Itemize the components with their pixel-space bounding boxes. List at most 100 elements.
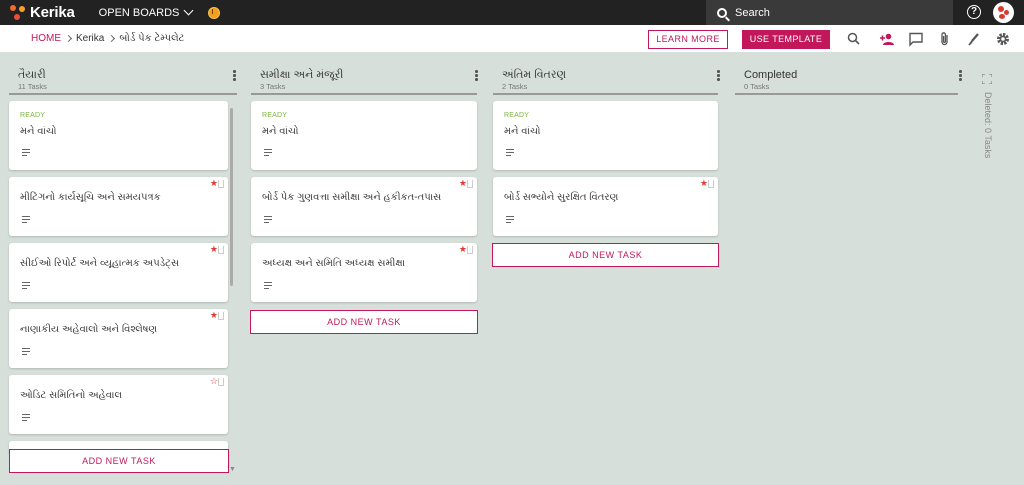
kerika-logo[interactable]: Kerika xyxy=(10,0,75,25)
notes-icon xyxy=(506,149,514,156)
search-bar[interactable] xyxy=(706,0,953,25)
notes-icon xyxy=(22,348,30,355)
add-new-task-button[interactable]: ADD NEW TASK xyxy=(9,449,229,473)
more-vert-icon[interactable] xyxy=(716,70,720,82)
add-person-icon[interactable] xyxy=(879,31,895,47)
notification-icon[interactable] xyxy=(208,6,221,19)
notes-icon xyxy=(22,149,30,156)
logo-text: Kerika xyxy=(30,4,75,21)
star-icon[interactable]: ★ xyxy=(700,179,708,188)
task-title: સીઈઓ રિપોર્ટ અને વ્યૂહાત્મક અપડેટ્સ xyxy=(20,258,180,269)
task-title: મીટિંગનો કાર્યસૂચિ અને સમયપત્રક xyxy=(20,192,161,203)
deleted-tasks-label: Deleted: 0 Tasks xyxy=(983,92,993,159)
column-title: Completed xyxy=(744,69,798,81)
flag-icon[interactable] xyxy=(218,180,224,188)
search-icon xyxy=(717,7,727,18)
task-card[interactable]: ☆ ઓડિટ સમિતિનો અહેવાલ xyxy=(9,375,228,434)
scrollbar[interactable] xyxy=(230,108,233,286)
breadcrumb-board: બોર્ડ પેક ટેમ્પલેટ xyxy=(119,33,185,44)
chat-icon[interactable] xyxy=(908,31,924,47)
kerika-logo-icon xyxy=(10,4,26,21)
task-title: મને વાંચો xyxy=(20,126,57,137)
flag-icon[interactable] xyxy=(467,180,473,188)
notes-icon xyxy=(264,216,272,223)
notes-icon xyxy=(22,414,30,421)
notes-icon xyxy=(264,149,272,156)
star-icon[interactable]: ★ xyxy=(210,245,218,254)
breadcrumb-account[interactable]: Kerika xyxy=(76,33,104,44)
open-boards-label: OPEN BOARDS xyxy=(98,6,180,19)
column-title: સમીક્ષા અને મંજૂરી xyxy=(260,69,344,81)
column-divider xyxy=(251,93,477,95)
add-new-task-button[interactable]: ADD NEW TASK xyxy=(250,310,478,334)
task-card[interactable]: READY મને વાંચો xyxy=(251,101,477,170)
task-title: મને વાંચો xyxy=(504,126,541,137)
column-title: તૈયારી xyxy=(18,69,46,81)
chevron-down-icon xyxy=(183,5,194,16)
column-header: તૈયારી 11 Tasks xyxy=(9,52,239,94)
star-icon[interactable]: ★ xyxy=(459,245,467,254)
task-card[interactable]: ★ નાણાકીય અહેવાલો અને વિશ્લેષણ xyxy=(9,309,228,368)
notes-icon xyxy=(22,216,30,223)
task-title: બોર્ડ સભ્યોને સુરક્ષિત વિતરણ xyxy=(504,192,619,203)
column-header: Completed 0 Tasks xyxy=(735,52,965,94)
learn-more-button[interactable]: LEARN MORE xyxy=(648,30,728,49)
task-card[interactable]: ★ બોર્ડ સભ્યોને સુરક્ષિત વિતરણ xyxy=(493,177,718,236)
column-divider xyxy=(493,93,718,95)
task-card[interactable]: READY મને વાંચો xyxy=(493,101,718,170)
task-title: નાણાકીય અહેવાલો અને વિશ્લેષણ xyxy=(20,324,158,335)
star-icon[interactable]: ★ xyxy=(459,179,467,188)
task-status: READY xyxy=(504,112,530,119)
attach-icon[interactable] xyxy=(937,31,953,47)
add-new-task-button[interactable]: ADD NEW TASK xyxy=(492,243,719,267)
task-card[interactable]: ★ સીઈઓ રિપોર્ટ અને વ્યૂહાત્મક અપડેટ્સ xyxy=(9,243,228,302)
column-task-count: 2 Tasks xyxy=(502,82,528,91)
flag-icon[interactable] xyxy=(218,246,224,254)
use-template-button[interactable]: USE TEMPLATE xyxy=(742,30,830,49)
task-status: READY xyxy=(262,112,288,119)
flag-icon[interactable] xyxy=(708,180,714,188)
scroll-down-icon[interactable]: ▼ xyxy=(229,466,236,473)
deleted-tasks-rail[interactable]: Deleted: 0 Tasks xyxy=(981,92,995,182)
column-task-count: 3 Tasks xyxy=(260,82,286,91)
task-card[interactable]: READY મને વાંચો xyxy=(9,101,228,170)
more-vert-icon[interactable] xyxy=(958,70,962,82)
column-header: સમીક્ષા અને મંજૂરી 3 Tasks xyxy=(251,52,481,94)
avatar[interactable] xyxy=(993,2,1014,23)
notes-icon xyxy=(506,216,514,223)
task-card[interactable]: ★ અધ્યક્ષ અને સમિતિ અધ્યક્ષ સમીક્ષા xyxy=(251,243,477,302)
open-boards-menu[interactable]: OPEN BOARDS xyxy=(98,0,194,25)
star-icon[interactable]: ★ xyxy=(210,311,218,320)
search-icon[interactable] xyxy=(846,31,862,47)
flag-icon[interactable] xyxy=(467,246,473,254)
column-divider xyxy=(735,93,958,95)
star-outline-icon[interactable]: ☆ xyxy=(210,377,218,386)
notes-icon xyxy=(264,282,272,289)
task-title: મને વાંચો xyxy=(262,126,299,137)
flag-icon[interactable] xyxy=(218,312,224,320)
help-icon[interactable]: ? xyxy=(967,5,981,19)
brush-icon[interactable] xyxy=(966,31,982,47)
breadcrumb-home[interactable]: HOME xyxy=(31,33,61,44)
task-title: ઓડિટ સમિતિનો અહેવાલ xyxy=(20,390,123,401)
board-toolbar: HOME Kerika બોર્ડ પેક ટેમ્પલેટ LEARN MOR… xyxy=(0,25,1024,52)
gear-icon[interactable] xyxy=(995,31,1011,47)
chevron-right-icon xyxy=(64,34,73,43)
expand-icon[interactable] xyxy=(981,71,993,85)
column-divider xyxy=(9,93,237,95)
task-card[interactable]: ★ બોર્ડ પેક ગુણવત્તા સમીક્ષા અને હકીકત-ત… xyxy=(251,177,477,236)
notes-icon xyxy=(22,282,30,289)
search-input[interactable] xyxy=(735,6,935,19)
column-header: અંતિમ વિતરણ 2 Tasks xyxy=(493,52,723,94)
flag-icon[interactable] xyxy=(218,378,224,386)
chevron-right-icon xyxy=(108,34,116,43)
star-icon[interactable]: ★ xyxy=(210,179,218,188)
breadcrumb: HOME Kerika બોર્ડ પેક ટેમ્પલેટ xyxy=(31,33,184,44)
task-card[interactable]: ★ મીટિંગનો કાર્યસૂચિ અને સમયપત્રક xyxy=(9,177,228,236)
top-bar: Kerika OPEN BOARDS ? xyxy=(0,0,1024,25)
column-task-count: 0 Tasks xyxy=(744,82,770,91)
more-vert-icon[interactable] xyxy=(474,70,478,82)
more-vert-icon[interactable] xyxy=(232,70,236,82)
task-title: બોર્ડ પેક ગુણવત્તા સમીક્ષા અને હકીકત-તપા… xyxy=(262,192,442,203)
column-task-count: 11 Tasks xyxy=(18,82,47,91)
